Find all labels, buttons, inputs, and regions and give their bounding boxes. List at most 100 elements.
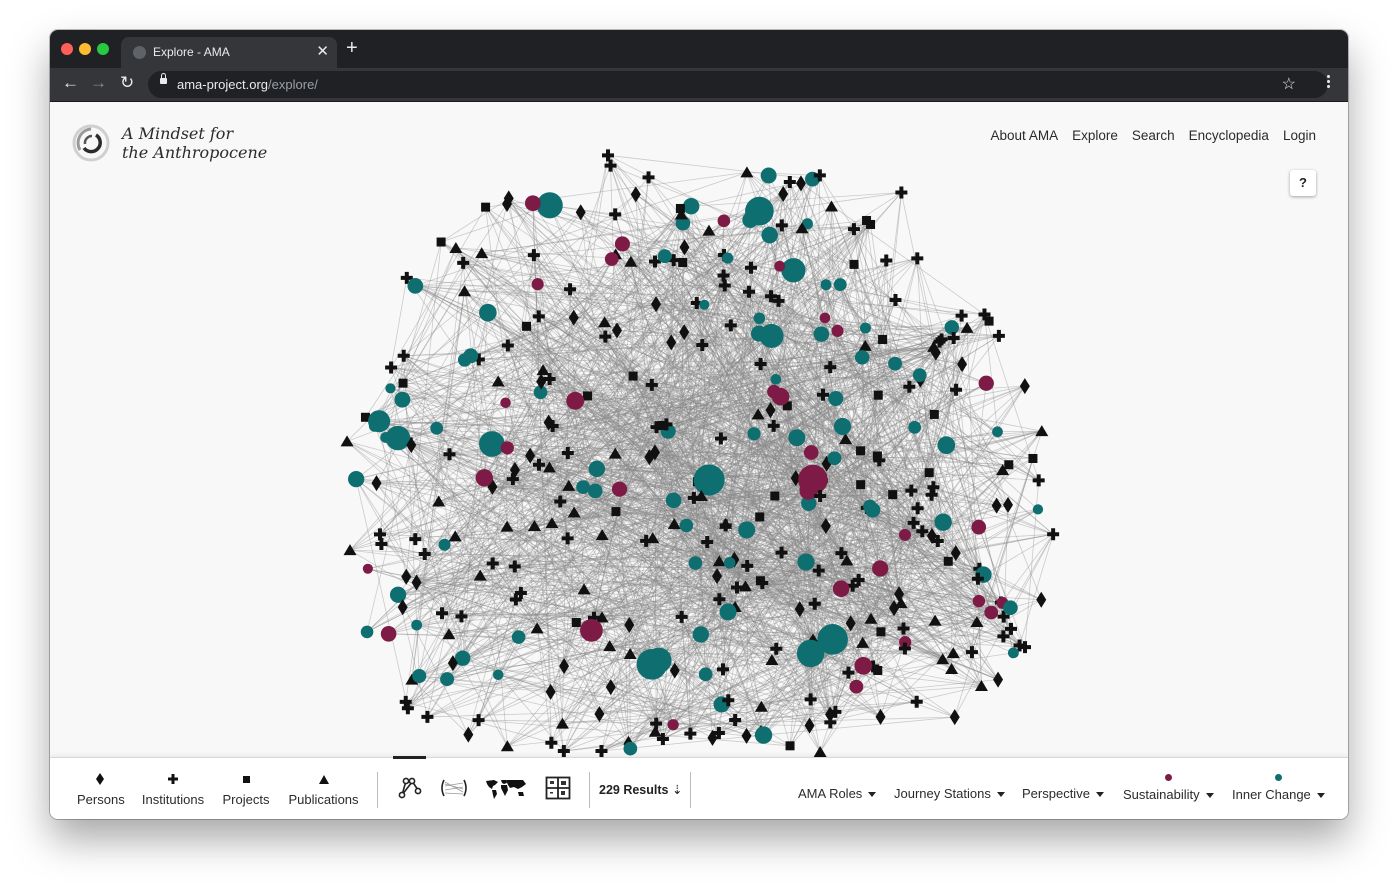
inner-change-node[interactable] xyxy=(692,626,709,643)
sustainability-node[interactable] xyxy=(898,528,912,541)
inner-change-node[interactable] xyxy=(348,470,365,488)
inner-change-node[interactable] xyxy=(797,553,815,571)
sustainability-node[interactable] xyxy=(872,560,889,577)
project-node[interactable] xyxy=(888,490,898,500)
inner-change-node[interactable] xyxy=(760,167,777,184)
inner-change-node[interactable] xyxy=(385,383,396,394)
inner-change-node[interactable] xyxy=(770,374,782,385)
project-node[interactable] xyxy=(481,202,491,212)
sustainability-node[interactable] xyxy=(717,214,731,228)
nav-search[interactable]: Search xyxy=(1132,128,1175,143)
inner-change-node[interactable] xyxy=(440,672,455,687)
project-node[interactable] xyxy=(658,420,668,430)
project-node[interactable] xyxy=(924,468,934,478)
inner-change-node[interactable] xyxy=(636,648,668,680)
project-node[interactable] xyxy=(785,741,795,751)
project-node[interactable] xyxy=(856,480,866,490)
project-node[interactable] xyxy=(876,627,886,637)
sustainability-node[interactable] xyxy=(500,397,511,408)
inner-change-node[interactable] xyxy=(430,421,444,435)
sustainability-node[interactable] xyxy=(500,441,514,455)
inner-change-node[interactable] xyxy=(860,322,871,334)
institution-node[interactable] xyxy=(911,252,924,265)
project-node[interactable] xyxy=(929,409,939,419)
institution-node[interactable] xyxy=(783,176,796,189)
sustainability-node[interactable] xyxy=(832,580,850,598)
filter-persons[interactable]: Persons xyxy=(77,772,125,807)
inner-change-node[interactable] xyxy=(411,619,423,631)
institution-node[interactable] xyxy=(421,710,434,723)
project-node[interactable] xyxy=(755,512,765,522)
institution-node[interactable] xyxy=(992,329,1005,342)
sustainability-node[interactable] xyxy=(524,195,541,212)
inner-change-node[interactable] xyxy=(536,192,563,219)
person-node[interactable] xyxy=(875,708,886,725)
sustainability-node[interactable] xyxy=(984,605,999,620)
institution-node[interactable] xyxy=(1047,528,1060,541)
project-node[interactable] xyxy=(873,390,883,400)
inner-change-node[interactable] xyxy=(761,226,778,244)
nav-login[interactable]: Login xyxy=(1283,128,1316,143)
sustainability-node[interactable] xyxy=(767,384,781,399)
project-node[interactable] xyxy=(849,259,859,269)
sustainability-node[interactable] xyxy=(803,445,819,460)
nav-encyclopedia[interactable]: Encyclopedia xyxy=(1189,128,1269,143)
publication-node[interactable] xyxy=(813,745,827,757)
inner-change-node[interactable] xyxy=(828,391,844,407)
inner-change-node[interactable] xyxy=(723,557,736,569)
inner-change-node[interactable] xyxy=(788,429,806,447)
project-node[interactable] xyxy=(866,219,876,229)
inner-change-node[interactable] xyxy=(781,258,806,283)
sustainability-node[interactable] xyxy=(854,656,873,675)
inner-change-node[interactable] xyxy=(888,356,902,371)
inner-change-node[interactable] xyxy=(412,668,427,684)
url-text[interactable]: ama-project.org/explore/ xyxy=(177,77,318,92)
sustainability-node[interactable] xyxy=(774,260,786,272)
inner-change-node[interactable] xyxy=(745,196,774,226)
project-node[interactable] xyxy=(571,618,581,628)
sustainability-node[interactable] xyxy=(475,469,493,487)
inner-change-node[interactable] xyxy=(912,368,927,382)
project-node[interactable] xyxy=(770,491,780,501)
project-node[interactable] xyxy=(1004,460,1014,470)
inner-change-node[interactable] xyxy=(623,741,638,756)
sustainability-node[interactable] xyxy=(580,618,603,642)
maximize-window-button[interactable] xyxy=(97,43,109,55)
inner-change-node[interactable] xyxy=(750,325,768,342)
inner-change-node[interactable] xyxy=(1032,504,1044,515)
back-arrow-icon[interactable]: ← xyxy=(62,73,79,93)
institution-node[interactable] xyxy=(642,171,655,184)
inner-change-node[interactable] xyxy=(699,299,710,310)
inner-change-node[interactable] xyxy=(796,639,825,668)
sustainability-node[interactable] xyxy=(566,391,585,410)
world-map-icon[interactable] xyxy=(485,778,527,800)
filter-projects[interactable]: Projects xyxy=(222,772,270,807)
inner-change-node[interactable] xyxy=(576,480,590,494)
inner-change-node[interactable] xyxy=(688,556,703,570)
sustainability-node[interactable] xyxy=(849,679,864,694)
inner-change-node[interactable] xyxy=(479,303,497,322)
inner-change-node[interactable] xyxy=(854,350,870,365)
close-tab-icon[interactable]: ✕ xyxy=(316,42,329,60)
project-node[interactable] xyxy=(611,507,621,517)
inner-change-node[interactable] xyxy=(587,483,603,499)
institution-node[interactable] xyxy=(824,716,837,729)
inner-change-node[interactable] xyxy=(679,518,694,533)
project-node[interactable] xyxy=(1028,453,1038,463)
project-node[interactable] xyxy=(872,451,882,461)
sustainability-node[interactable] xyxy=(667,719,679,731)
dropdown-ama-roles[interactable]: AMA Roles xyxy=(798,786,877,801)
inner-change-node[interactable] xyxy=(368,410,391,433)
sustainability-node[interactable] xyxy=(971,519,987,535)
close-window-button[interactable] xyxy=(61,43,73,55)
inner-change-node[interactable] xyxy=(753,312,766,325)
inner-change-node[interactable] xyxy=(665,492,682,509)
inner-change-node[interactable] xyxy=(992,426,1003,438)
filter-publications[interactable]: Publications xyxy=(288,772,359,807)
inner-change-node[interactable] xyxy=(813,326,830,342)
dropdown-perspective[interactable]: Perspective xyxy=(1022,786,1104,801)
project-node[interactable] xyxy=(878,334,888,344)
inner-change-node[interactable] xyxy=(820,279,832,291)
inner-change-node[interactable] xyxy=(380,432,392,443)
inner-change-node[interactable] xyxy=(360,625,374,639)
